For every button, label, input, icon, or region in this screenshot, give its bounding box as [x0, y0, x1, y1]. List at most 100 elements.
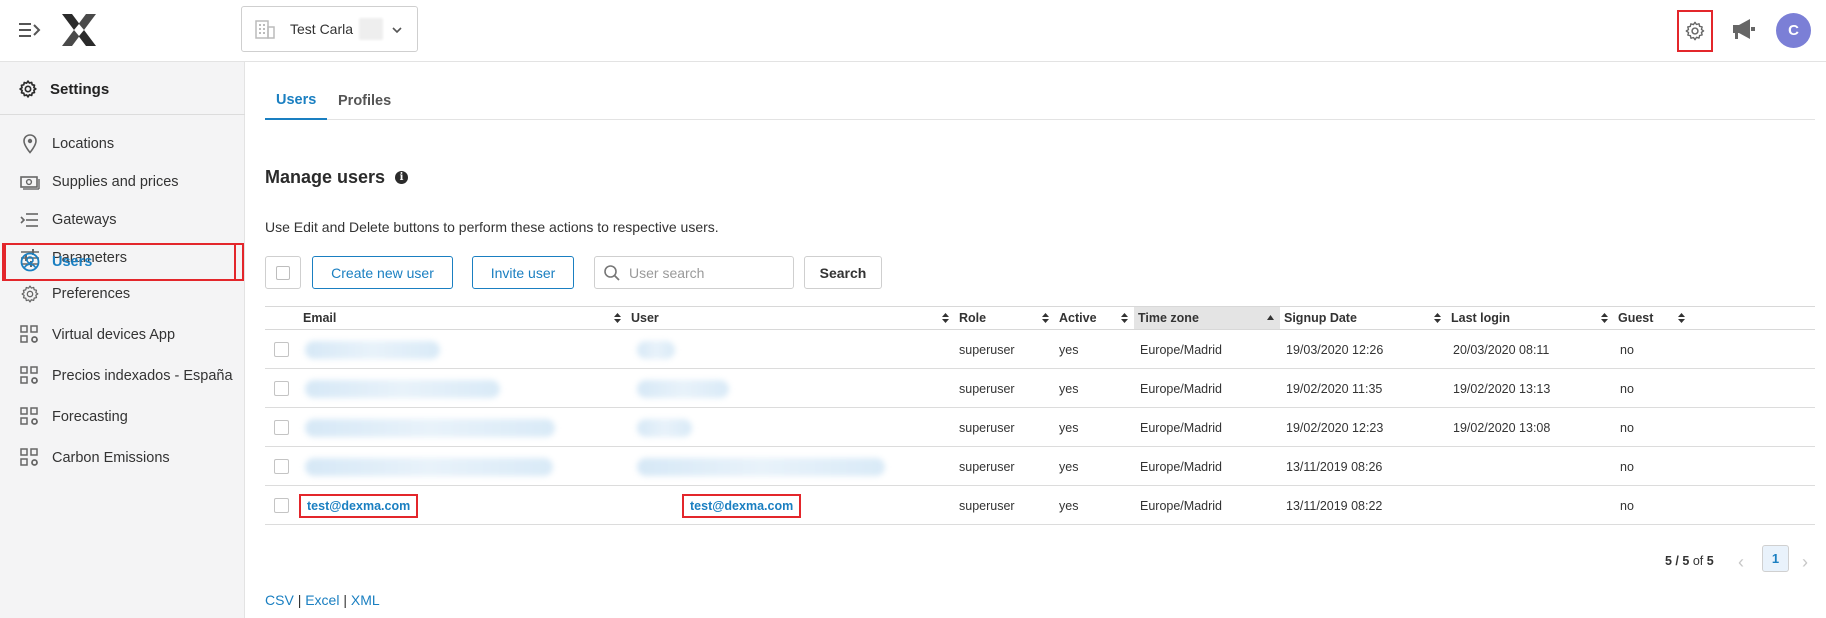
users-table: Email User Role Active Time zone Signup … [265, 306, 1815, 525]
role-cell: superuser [959, 420, 1015, 435]
search-button[interactable]: Search [804, 256, 882, 289]
sort-icon [614, 313, 621, 323]
sidebar-item-label: Precios indexados - España [52, 368, 233, 384]
email-cell: test@dexma.com [299, 486, 419, 525]
export-separator: | [297, 592, 302, 608]
sidebar-item-label: Preferences [52, 286, 131, 302]
user-cell: test@dexma.com [682, 486, 802, 525]
megaphone-icon[interactable] [1730, 16, 1758, 42]
user-search-field [594, 256, 794, 289]
row-checkbox[interactable] [274, 342, 289, 357]
timezone-cell: Europe/Madrid [1140, 381, 1222, 396]
email-cell-redacted [305, 408, 555, 447]
timezone-cell: Europe/Madrid [1140, 459, 1222, 474]
sidebar-item-carbon-emissions[interactable]: Carbon Emissions [4, 439, 236, 477]
organization-selector[interactable]: Test Carla [241, 6, 418, 52]
organization-name: Test Carla [290, 21, 354, 37]
column-header-email[interactable]: Email [299, 307, 627, 329]
sort-icon [1601, 313, 1608, 323]
email-link[interactable]: test@dexma.com [299, 493, 419, 518]
tab-profiles[interactable]: Profiles [327, 82, 402, 120]
active-cell: yes [1059, 420, 1079, 435]
sort-icon [1678, 313, 1685, 323]
signup-date-cell: 19/02/2020 11:35 [1286, 381, 1383, 396]
column-header-timezone[interactable]: Time zone [1134, 307, 1280, 329]
role-cell: superuser [959, 498, 1015, 513]
user-circle-icon [20, 252, 40, 272]
info-icon[interactable]: i [395, 171, 409, 184]
table-row: superuser yes Europe/Madrid 19/02/2020 1… [265, 408, 1815, 447]
signup-date-cell: 19/02/2020 12:23 [1286, 420, 1384, 435]
timezone-cell: Europe/Madrid [1140, 420, 1222, 435]
email-cell-redacted [305, 330, 440, 369]
sidebar-item-virtual-devices[interactable]: Virtual devices App [4, 316, 236, 354]
active-cell: yes [1059, 498, 1079, 513]
column-header-active[interactable]: Active [1055, 307, 1134, 329]
column-header-role[interactable]: Role [955, 307, 1055, 329]
page-title: Manage users i [265, 167, 409, 188]
menu-toggle-icon[interactable] [18, 20, 42, 40]
last-login-cell: 19/02/2020 13:13 [1453, 381, 1551, 396]
pagination-range: 5 / 5 [1665, 554, 1690, 568]
last-login-cell: 19/02/2020 13:08 [1453, 420, 1551, 435]
next-page-button[interactable]: › [1795, 551, 1815, 573]
apps-gear-icon [20, 448, 40, 468]
previous-page-button[interactable]: ‹ [1731, 551, 1751, 573]
pagination-total: 5 [1706, 554, 1714, 568]
page-description: Use Edit and Delete buttons to perform t… [265, 219, 719, 235]
redacted-text [359, 18, 384, 40]
column-header-last-login[interactable]: Last login [1447, 307, 1614, 329]
timezone-cell: Europe/Madrid [1140, 498, 1222, 513]
page-title-text: Manage users [265, 167, 386, 187]
last-login-cell: 20/03/2020 08:11 [1453, 342, 1550, 357]
email-cell-redacted [305, 447, 553, 486]
sidebar-item-precios-indexados[interactable]: Precios indexados - España [4, 357, 236, 395]
sidebar-item-forecasting[interactable]: Forecasting [4, 398, 236, 436]
row-checkbox[interactable] [274, 498, 289, 513]
table-row: superuser yes Europe/Madrid 19/02/2020 1… [265, 369, 1815, 408]
page-number-button[interactable]: 1 [1762, 545, 1789, 572]
pagination-of: of [1692, 554, 1704, 568]
user-cell-redacted [637, 447, 885, 486]
create-user-button[interactable]: Create new user [312, 256, 453, 289]
column-header-user[interactable]: User [627, 307, 955, 329]
user-link[interactable]: test@dexma.com [682, 493, 802, 518]
sidebar-item-label: Users [52, 254, 93, 270]
export-excel-link[interactable]: Excel [305, 592, 339, 608]
user-avatar[interactable]: C [1776, 13, 1811, 48]
gear-icon [20, 284, 40, 304]
sidebar-item-preferences[interactable]: Preferences [4, 275, 236, 313]
sort-icon [1121, 313, 1128, 323]
sort-icon [1434, 313, 1441, 323]
export-links: CSV | Excel | XML [265, 592, 380, 608]
timezone-cell: Europe/Madrid [1140, 342, 1222, 357]
select-all-checkbox[interactable] [265, 256, 301, 289]
table-row: test@dexma.com test@dexma.com superuser … [265, 486, 1815, 525]
column-header-signup-date[interactable]: Signup Date [1280, 307, 1447, 329]
top-header: Test Carla C [0, 0, 1826, 62]
apps-gear-icon [20, 325, 40, 345]
column-header-guest[interactable]: Guest [1614, 307, 1691, 329]
main-content: Users Profiles Manage users i Use Edit a… [245, 62, 1826, 618]
active-cell: yes [1059, 342, 1079, 357]
row-checkbox[interactable] [274, 381, 289, 396]
invite-user-button[interactable]: Invite user [472, 256, 574, 289]
guest-cell: no [1620, 381, 1634, 396]
row-checkbox[interactable] [274, 459, 289, 474]
guest-cell: no [1620, 498, 1634, 513]
sort-icon [1042, 313, 1049, 323]
export-xml-link[interactable]: XML [351, 592, 380, 608]
tab-users[interactable]: Users [265, 82, 328, 120]
tab-bar: Users Profiles [265, 82, 1815, 120]
user-cell-redacted [637, 408, 692, 447]
settings-gear-button[interactable] [1677, 10, 1713, 52]
export-csv-link[interactable]: CSV [265, 592, 294, 608]
table-header: Email User Role Active Time zone Signup … [265, 306, 1815, 330]
table-row: superuser yes Europe/Madrid 19/03/2020 1… [265, 330, 1815, 369]
sort-icon [942, 313, 949, 323]
sidebar-item-label: Virtual devices App [52, 327, 176, 343]
app-logo[interactable] [60, 12, 98, 48]
guest-cell: no [1620, 420, 1634, 435]
row-checkbox[interactable] [274, 420, 289, 435]
user-search-input[interactable] [629, 264, 789, 281]
